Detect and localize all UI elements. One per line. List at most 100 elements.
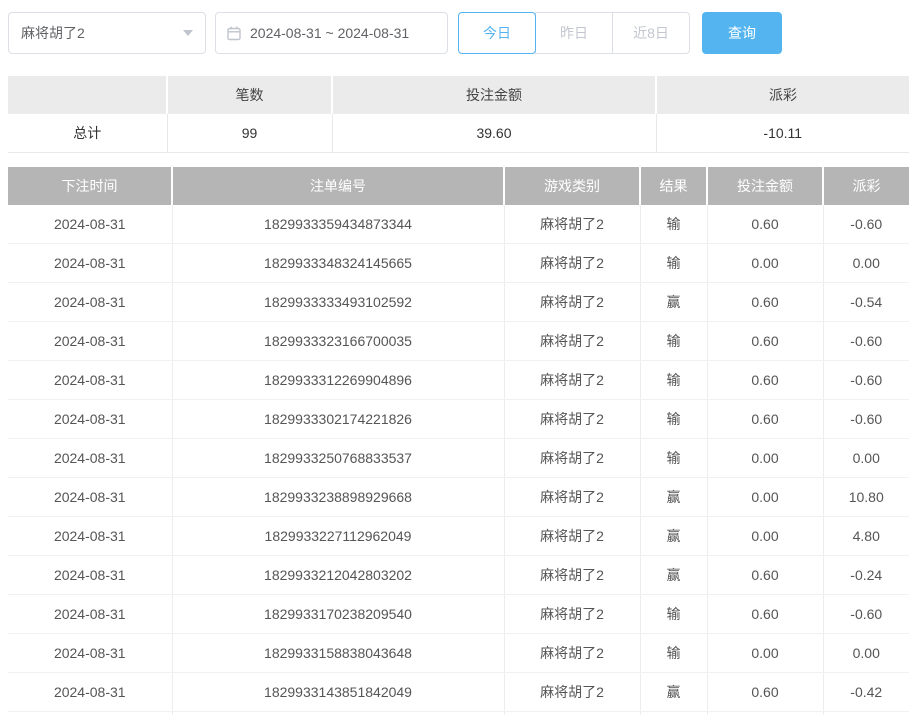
cell-bet-time: 2024-08-31 bbox=[8, 712, 172, 715]
cell-bet-amount: 0.60 bbox=[707, 673, 823, 712]
cell-payout: 4.80 bbox=[823, 517, 909, 556]
table-row: 2024-08-311829933143851842049麻将胡了2赢0.60-… bbox=[8, 673, 909, 712]
cell-payout: 0.00 bbox=[823, 712, 909, 715]
summary-bet-amount-value: 39.60 bbox=[332, 114, 656, 153]
date-range-input[interactable]: 2024-08-31 ~ 2024-08-31 bbox=[215, 12, 448, 54]
cell-bet-id: 1829933143851842049 bbox=[172, 673, 504, 712]
cell-payout: 0.00 bbox=[823, 244, 909, 283]
game-select-value: 麻将胡了2 bbox=[21, 23, 183, 43]
cell-game-type: 麻将胡了2 bbox=[504, 673, 640, 712]
cell-payout: 10.80 bbox=[823, 478, 909, 517]
cell-bet-amount: 0.00 bbox=[707, 712, 823, 715]
header-payout: 派彩 bbox=[823, 167, 909, 205]
summary-total-label: 总计 bbox=[8, 114, 167, 153]
cell-bet-time: 2024-08-31 bbox=[8, 361, 172, 400]
table-row: 2024-08-311829933129142401920麻将胡了2输0.000… bbox=[8, 712, 909, 715]
date-range-value: 2024-08-31 ~ 2024-08-31 bbox=[250, 25, 409, 41]
query-button[interactable]: 查询 bbox=[702, 12, 782, 54]
quick-date-buttons: 今日 昨日 近8日 bbox=[458, 12, 690, 54]
cell-bet-id: 1829933158838043648 bbox=[172, 634, 504, 673]
cell-payout: -0.60 bbox=[823, 400, 909, 439]
cell-result: 赢 bbox=[640, 517, 707, 556]
cell-payout: -0.42 bbox=[823, 673, 909, 712]
table-row: 2024-08-311829933333493102592麻将胡了2赢0.60-… bbox=[8, 283, 909, 322]
cell-result: 输 bbox=[640, 244, 707, 283]
cell-bet-time: 2024-08-31 bbox=[8, 205, 172, 244]
cell-bet-amount: 0.60 bbox=[707, 595, 823, 634]
cell-bet-id: 1829933312269904896 bbox=[172, 361, 504, 400]
cell-bet-amount: 0.60 bbox=[707, 205, 823, 244]
header-bet-id: 注单编号 bbox=[172, 167, 504, 205]
cell-game-type: 麻将胡了2 bbox=[504, 400, 640, 439]
cell-payout: 0.00 bbox=[823, 439, 909, 478]
cell-bet-time: 2024-08-31 bbox=[8, 478, 172, 517]
summary-payout-value: -10.11 bbox=[656, 114, 909, 153]
cell-result: 输 bbox=[640, 205, 707, 244]
cell-result: 输 bbox=[640, 400, 707, 439]
cell-game-type: 麻将胡了2 bbox=[504, 244, 640, 283]
cell-bet-id: 1829933170238209540 bbox=[172, 595, 504, 634]
header-game-type: 游戏类别 bbox=[504, 167, 640, 205]
cell-result: 赢 bbox=[640, 556, 707, 595]
cell-bet-amount: 0.60 bbox=[707, 361, 823, 400]
yesterday-button[interactable]: 昨日 bbox=[535, 12, 613, 54]
cell-bet-id: 1829933323166700035 bbox=[172, 322, 504, 361]
cell-payout: -0.60 bbox=[823, 361, 909, 400]
cell-result: 输 bbox=[640, 595, 707, 634]
header-bet-amount: 投注金额 bbox=[707, 167, 823, 205]
cell-result: 输 bbox=[640, 634, 707, 673]
cell-bet-id: 1829933348324145665 bbox=[172, 244, 504, 283]
cell-bet-amount: 0.60 bbox=[707, 283, 823, 322]
cell-game-type: 麻将胡了2 bbox=[504, 517, 640, 556]
cell-game-type: 麻将胡了2 bbox=[504, 439, 640, 478]
toolbar: 麻将胡了2 2024-08-31 ~ 2024-08-31 今日 昨日 近8日 … bbox=[8, 12, 909, 54]
table-row: 2024-08-311829933212042803202麻将胡了2赢0.60-… bbox=[8, 556, 909, 595]
table-row: 2024-08-311829933158838043648麻将胡了2输0.000… bbox=[8, 634, 909, 673]
cell-bet-amount: 0.60 bbox=[707, 556, 823, 595]
summary-table: 笔数 投注金额 派彩 总计 99 39.60 -10.11 bbox=[8, 76, 909, 153]
cell-bet-time: 2024-08-31 bbox=[8, 595, 172, 634]
cell-payout: -0.60 bbox=[823, 322, 909, 361]
cell-bet-time: 2024-08-31 bbox=[8, 673, 172, 712]
chevron-down-icon bbox=[183, 30, 193, 36]
cell-bet-id: 1829933250768833537 bbox=[172, 439, 504, 478]
header-bet-time: 下注时间 bbox=[8, 167, 172, 205]
cell-game-type: 麻将胡了2 bbox=[504, 205, 640, 244]
cell-game-type: 麻将胡了2 bbox=[504, 595, 640, 634]
cell-bet-amount: 0.60 bbox=[707, 400, 823, 439]
summary-header-row: 笔数 投注金额 派彩 bbox=[8, 76, 909, 114]
cell-bet-amount: 0.00 bbox=[707, 439, 823, 478]
cell-game-type: 麻将胡了2 bbox=[504, 478, 640, 517]
last-8-days-button[interactable]: 近8日 bbox=[612, 12, 690, 54]
table-row: 2024-08-311829933348324145665麻将胡了2输0.000… bbox=[8, 244, 909, 283]
cell-game-type: 麻将胡了2 bbox=[504, 283, 640, 322]
cell-bet-time: 2024-08-31 bbox=[8, 517, 172, 556]
cell-bet-id: 1829933212042803202 bbox=[172, 556, 504, 595]
header-result: 结果 bbox=[640, 167, 707, 205]
cell-bet-amount: 0.00 bbox=[707, 478, 823, 517]
cell-result: 输 bbox=[640, 361, 707, 400]
cell-game-type: 麻将胡了2 bbox=[504, 634, 640, 673]
cell-bet-time: 2024-08-31 bbox=[8, 322, 172, 361]
cell-game-type: 麻将胡了2 bbox=[504, 322, 640, 361]
cell-payout: -0.60 bbox=[823, 595, 909, 634]
summary-header-count: 笔数 bbox=[167, 76, 332, 114]
cell-bet-id: 1829933302174221826 bbox=[172, 400, 504, 439]
cell-bet-amount: 0.00 bbox=[707, 517, 823, 556]
cell-payout: -0.60 bbox=[823, 205, 909, 244]
cell-result: 输 bbox=[640, 439, 707, 478]
summary-header-blank bbox=[8, 76, 167, 114]
today-button[interactable]: 今日 bbox=[458, 12, 536, 54]
table-row: 2024-08-311829933312269904896麻将胡了2输0.60-… bbox=[8, 361, 909, 400]
cell-bet-time: 2024-08-31 bbox=[8, 400, 172, 439]
cell-result: 赢 bbox=[640, 283, 707, 322]
table-row: 2024-08-311829933250768833537麻将胡了2输0.000… bbox=[8, 439, 909, 478]
table-row: 2024-08-311829933238898929668麻将胡了2赢0.001… bbox=[8, 478, 909, 517]
game-select[interactable]: 麻将胡了2 bbox=[8, 12, 206, 54]
cell-bet-time: 2024-08-31 bbox=[8, 283, 172, 322]
page: 麻将胡了2 2024-08-31 ~ 2024-08-31 今日 昨日 近8日 … bbox=[0, 12, 917, 715]
table-row: 2024-08-311829933170238209540麻将胡了2输0.60-… bbox=[8, 595, 909, 634]
cell-bet-id: 1829933238898929668 bbox=[172, 478, 504, 517]
cell-bet-amount: 0.00 bbox=[707, 244, 823, 283]
summary-header-payout: 派彩 bbox=[656, 76, 909, 114]
